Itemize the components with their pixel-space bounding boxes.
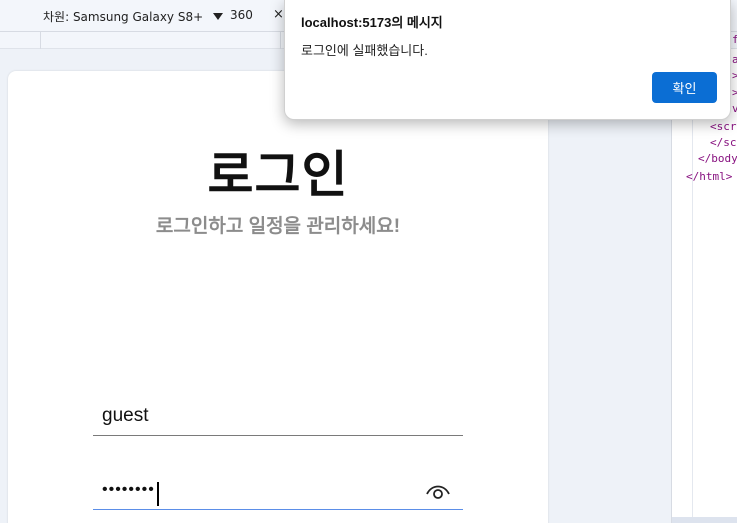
width-field[interactable]: 360 <box>230 8 253 22</box>
dialog-message: 로그인에 실패했습니다. <box>301 43 428 58</box>
alert-dialog: localhost:5173의 메시지 로그인에 실패했습니다. 확인 <box>284 0 731 120</box>
times-icon: × <box>273 7 284 22</box>
code-line[interactable]: </sc <box>710 136 737 149</box>
password-input[interactable] <box>93 472 413 508</box>
code-line[interactable]: <scr <box>710 120 737 133</box>
code-fragment: f <box>732 33 737 46</box>
indent-guide <box>692 49 693 523</box>
device-label: 차원: Samsung Galaxy S8+ <box>43 10 204 24</box>
code-fragment: > <box>732 69 737 82</box>
code-line[interactable]: </html> <box>686 170 732 183</box>
page-frame: 로그인 로그인하고 일정을 관리하세요! <box>8 71 548 523</box>
dialog-title: localhost:5173의 메시지 <box>301 15 443 30</box>
code-fragment: a <box>732 53 737 66</box>
ruler-divider <box>280 32 281 49</box>
ruler-divider <box>40 32 41 49</box>
panel-scroll-strip <box>672 517 737 523</box>
device-viewport: 로그인 로그인하고 일정을 관리하세요! <box>0 49 671 523</box>
device-selector[interactable]: 차원: Samsung Galaxy S8+ <box>43 8 224 25</box>
page-subtitle: 로그인하고 일정을 관리하세요! <box>155 216 401 237</box>
code-fragment: v <box>732 102 737 115</box>
page-title: 로그인 <box>207 147 349 203</box>
devtools-elements-panel: f a > > v <scr </sc </body </html> <box>671 33 737 523</box>
username-input[interactable] <box>93 398 413 434</box>
ok-button[interactable]: 확인 <box>652 72 717 103</box>
code-fragment: > <box>732 86 737 99</box>
username-field[interactable] <box>93 398 463 436</box>
text-cursor <box>157 482 159 506</box>
eye-icon[interactable] <box>425 482 451 500</box>
code-line[interactable]: </body <box>698 152 737 165</box>
password-field[interactable] <box>93 472 463 510</box>
caret-down-icon <box>213 13 224 20</box>
